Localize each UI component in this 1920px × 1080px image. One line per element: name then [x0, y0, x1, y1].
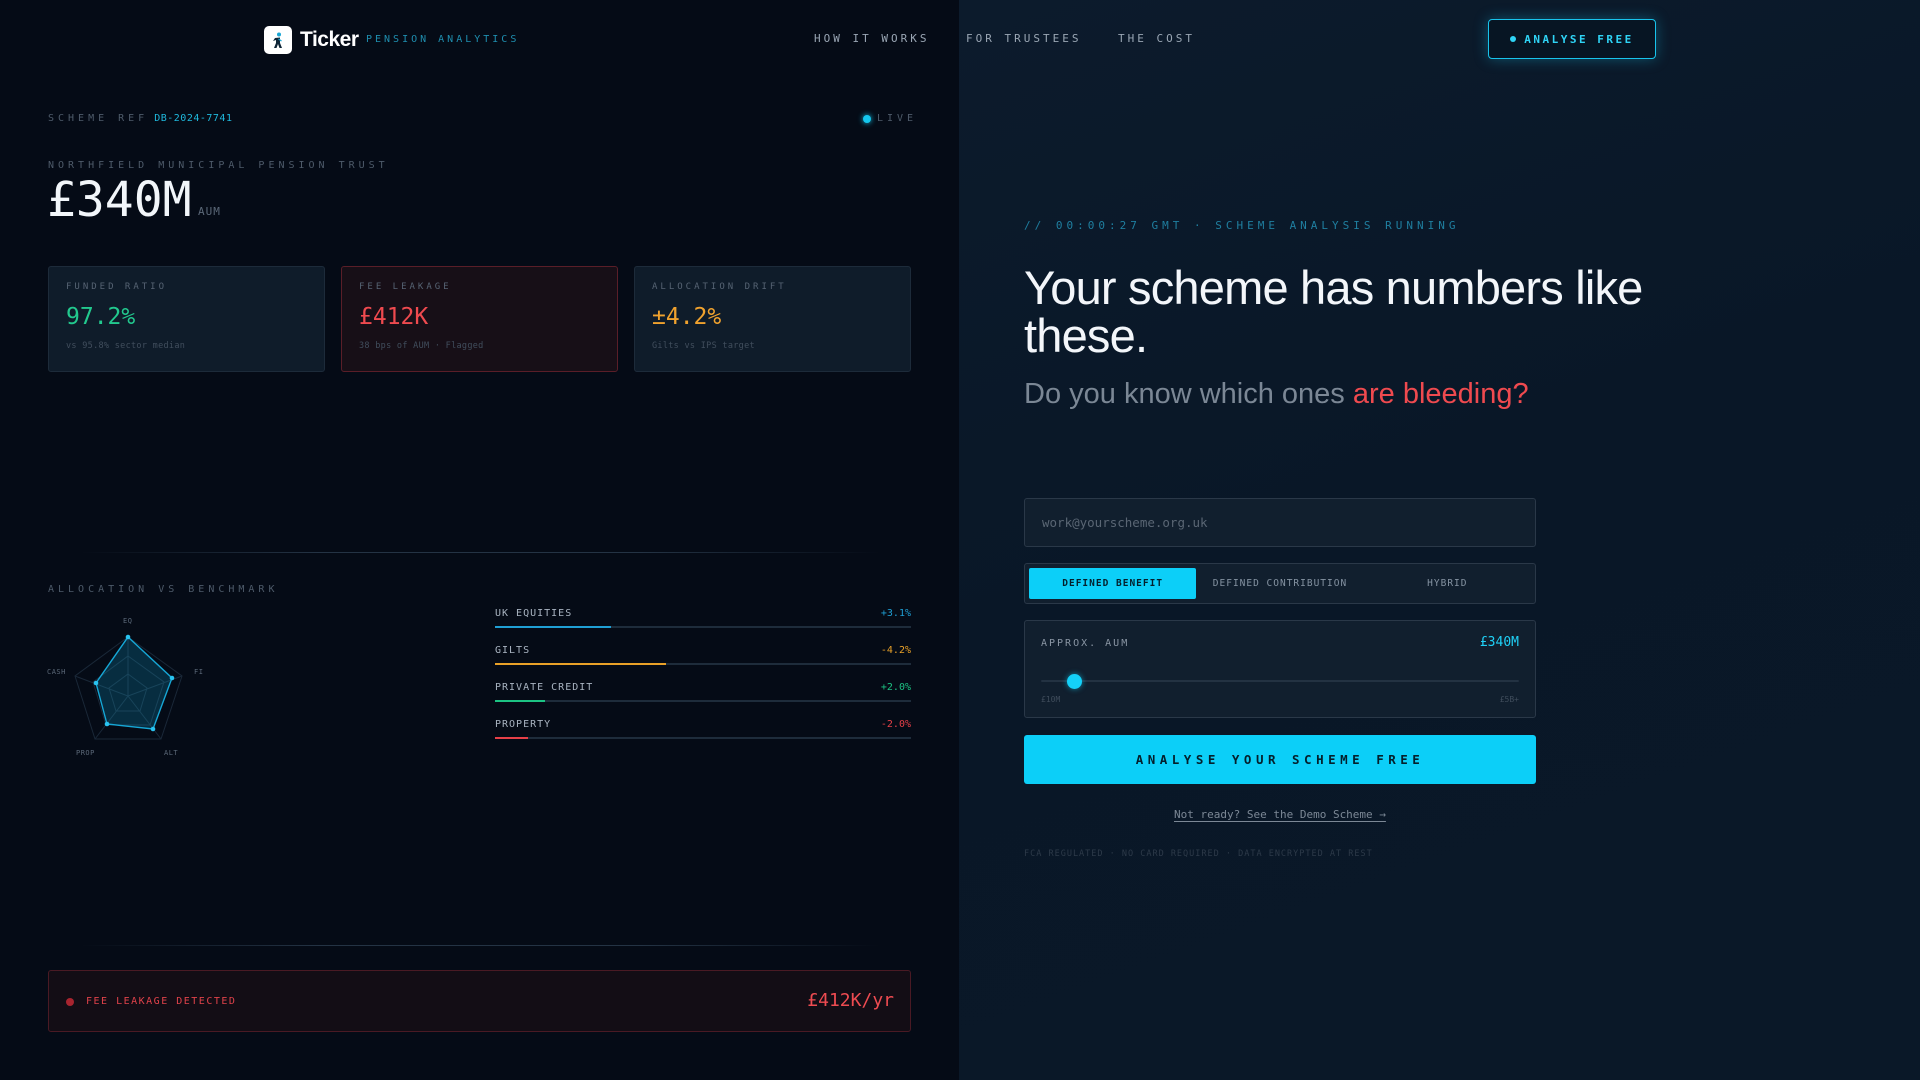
- radar-point: [169, 675, 175, 681]
- alert-label: FEE LEAKAGE DETECTED: [86, 996, 237, 1007]
- bar-label: GILTS: [495, 645, 531, 656]
- analyse-free-label: ANALYSE FREE: [1524, 32, 1634, 46]
- radar-series-shape: [95, 635, 173, 730]
- bar-value: -2.0%: [880, 719, 911, 730]
- metric-value: 97.2%: [66, 304, 136, 330]
- hero-headline: Your scheme has numbers like these.: [1024, 261, 1643, 362]
- legal-notice: FCA REGULATED · NO CARD REQUIRED · DATA …: [1024, 849, 1373, 859]
- scheme-type-defined-benefit[interactable]: DEFINED BENEFIT: [1029, 568, 1197, 599]
- brand-tagline: PENSION ANALYTICS: [366, 34, 520, 45]
- top-nav: Ticker PENSION ANALYTICS HOW IT WORKS FO…: [0, 0, 1920, 78]
- bar-label: PROPERTY: [495, 719, 552, 730]
- bar-track: [495, 626, 911, 628]
- nav-link-for-trustees[interactable]: FOR TRUSTEES: [966, 32, 1081, 46]
- metric-value: £412K: [359, 304, 429, 330]
- analysis-status-line: // 00:00:27 GMT · SCHEME ANALYSIS RUNNIN…: [1024, 219, 1460, 232]
- radar-label-fi: FI: [194, 668, 203, 676]
- live-indicator: LIVE: [863, 113, 917, 124]
- aum-slider-min: £10M: [1041, 695, 1061, 704]
- metric-label: FUNDED RATIO: [66, 282, 168, 292]
- aum-slider-track[interactable]: [1041, 680, 1519, 682]
- radar-label-eq: EQ: [123, 617, 132, 625]
- radar-label-alt: ALT: [164, 749, 178, 757]
- analyse-free-button[interactable]: ANALYSE FREE: [1488, 19, 1656, 59]
- bar-fill: [495, 700, 545, 702]
- metric-card-allocation-drift: ALLOCATION DRIFT ±4.2% Gilts vs IPS targ…: [634, 266, 911, 372]
- metric-note: 38 bps of AUM · Flagged: [359, 341, 484, 351]
- bar-value: -4.2%: [880, 645, 911, 656]
- radar-point: [93, 680, 99, 686]
- aum-slider-value: £340M: [1479, 635, 1519, 650]
- bar-track: [495, 663, 911, 665]
- live-label: LIVE: [877, 113, 918, 124]
- subhead-highlight: are bleeding?: [1352, 378, 1529, 410]
- allocation-title: ALLOCATION VS BENCHMARK: [48, 584, 279, 595]
- metric-card-fee-leakage: FEE LEAKAGE £412K 38 bps of AUM · Flagge…: [341, 266, 618, 372]
- radar-label-prop: PROP: [76, 749, 95, 757]
- aum-slider-label: APPROX. AUM: [1041, 638, 1130, 649]
- subhead-text: Do you know which ones: [1024, 378, 1353, 410]
- bar-label: PRIVATE CREDIT: [495, 682, 594, 693]
- scheme-type-selector: DEFINED BENEFIT DEFINED CONTRIBUTION HYB…: [1024, 563, 1536, 604]
- bar-row-private-credit: PRIVATE CREDIT +2.0%: [495, 682, 911, 706]
- bar-row-property: PROPERTY -2.0%: [495, 719, 911, 743]
- metric-note: vs 95.8% sector median: [66, 341, 186, 351]
- alert-value: £412K/yr: [807, 990, 894, 1011]
- radar-label-cash: CASH: [47, 668, 66, 676]
- metric-card-funded-ratio: FUNDED RATIO 97.2% vs 95.8% sector media…: [48, 266, 325, 372]
- bar-fill: [495, 737, 529, 739]
- pulse-dot-icon: [863, 114, 871, 123]
- hero-subhead: Do you know which ones are bleeding?: [1024, 376, 1544, 413]
- scheme-type-hybrid[interactable]: HYBRID: [1364, 568, 1531, 599]
- metric-label: ALLOCATION DRIFT: [652, 282, 787, 292]
- demo-scheme-link[interactable]: Not ready? See the Demo Scheme →: [1174, 808, 1386, 821]
- bar-value: +2.0%: [880, 682, 911, 693]
- brand-name[interactable]: Ticker: [300, 26, 359, 54]
- bar-fill: [495, 626, 612, 628]
- alert-dot-icon: [66, 998, 74, 1006]
- aum-unit: AUM: [198, 205, 221, 218]
- section-divider: [80, 945, 880, 946]
- metric-value: ±4.2%: [652, 304, 722, 330]
- allocation-radar-chart: EQ FI ALT PROP CASH: [47, 617, 203, 757]
- aum-slider-max: £5B+: [1499, 695, 1519, 704]
- radar-point: [150, 726, 156, 732]
- scheme-ref-value: DB-2024-7741: [154, 113, 233, 124]
- logo-icon[interactable]: [264, 26, 292, 54]
- metric-label: FEE LEAKAGE: [359, 282, 452, 292]
- scheme-ref: SCHEME REF DB-2024-7741: [48, 113, 232, 124]
- aum-slider-handle[interactable]: [1066, 674, 1082, 689]
- bar-track: [495, 737, 911, 739]
- bar-label: UK EQUITIES: [495, 608, 573, 619]
- aum-slider-box: APPROX. AUM £340M £10M £5B+: [1024, 620, 1536, 718]
- cta-dot-icon: [1510, 36, 1517, 42]
- nav-link-the-cost[interactable]: THE COST: [1118, 32, 1195, 46]
- radar-point: [125, 634, 131, 640]
- fee-leakage-alert: FEE LEAKAGE DETECTED £412K/yr: [48, 970, 911, 1032]
- radar-point: [104, 721, 110, 727]
- aum-value: £340M: [47, 172, 192, 228]
- scheme-ref-label: SCHEME REF: [48, 113, 149, 124]
- metric-note: Gilts vs IPS target: [652, 341, 755, 351]
- trust-name: NORTHFIELD MUNICIPAL PENSION TRUST: [48, 160, 389, 171]
- section-divider: [80, 552, 880, 553]
- bar-fill: [495, 663, 666, 665]
- bar-row-gilts: GILTS -4.2%: [495, 645, 911, 669]
- nav-link-how-it-works[interactable]: HOW IT WORKS: [814, 32, 929, 46]
- bar-row-uk-equities: UK EQUITIES +3.1%: [495, 608, 911, 632]
- bar-value: +3.1%: [880, 608, 911, 619]
- bar-track: [495, 700, 911, 702]
- email-input[interactable]: [1024, 498, 1536, 547]
- analyse-scheme-button[interactable]: ANALYSE YOUR SCHEME FREE: [1024, 735, 1536, 784]
- scheme-type-defined-contribution[interactable]: DEFINED CONTRIBUTION: [1196, 568, 1363, 599]
